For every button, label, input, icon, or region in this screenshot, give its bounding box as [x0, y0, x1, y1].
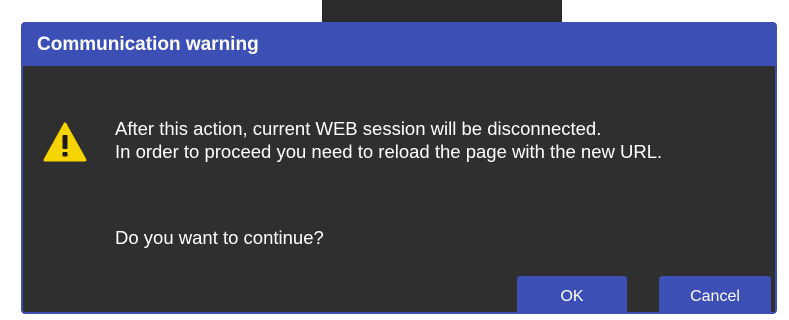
background-window-strip	[322, 0, 562, 22]
dialog-message: After this action, current WEB session w…	[115, 117, 755, 163]
dialog-question: Do you want to continue?	[115, 227, 324, 248]
cancel-button[interactable]: Cancel	[659, 276, 771, 312]
communication-warning-dialog: Communication warning After this action,…	[21, 22, 777, 314]
dialog-title: Communication warning	[37, 34, 259, 55]
message-line-1: After this action, current WEB session w…	[115, 118, 602, 139]
ok-button[interactable]: OK	[517, 276, 627, 312]
warning-icon	[43, 122, 87, 162]
message-line-2: In order to proceed you need to reload t…	[115, 141, 663, 162]
dialog-body: After this action, current WEB session w…	[23, 66, 775, 312]
dialog-titlebar[interactable]: Communication warning	[23, 24, 775, 66]
